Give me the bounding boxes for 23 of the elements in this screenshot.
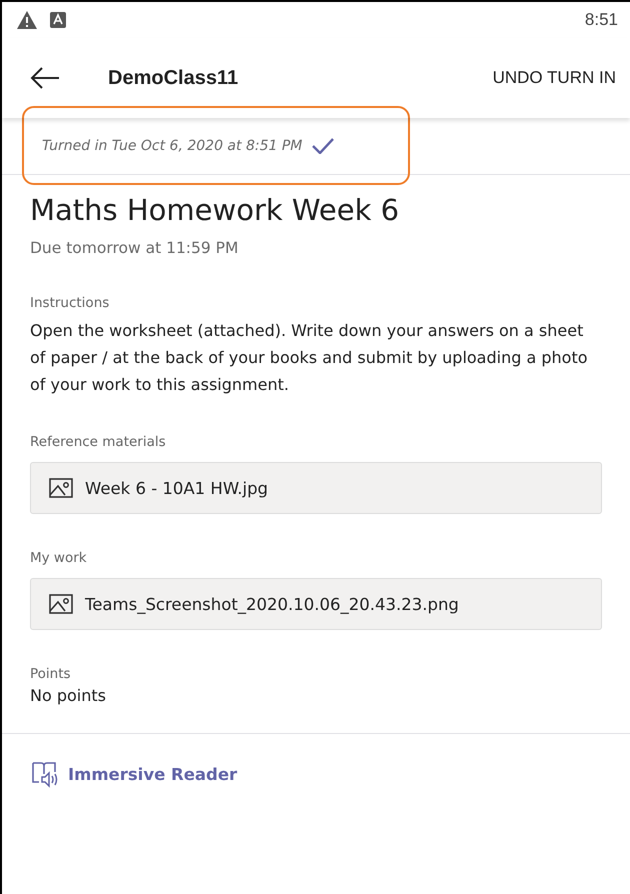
class-title: DemoClass11 (108, 66, 238, 90)
assignment-title: Maths Homework Week 6 (30, 193, 400, 227)
status-time: 8:51 (584, 10, 618, 30)
section-label: Reference materials (30, 434, 167, 450)
file-attachment[interactable]: Teams_Screenshot_2020.10.06_20.43.23.png (30, 578, 602, 630)
image-icon (49, 478, 73, 498)
file-attachment[interactable]: Week 6 - 10A1 HW.jpg (30, 462, 602, 514)
reader-icon (30, 760, 60, 788)
immersive-reader-button[interactable]: Immersive Reader (30, 760, 238, 788)
file-name: Teams_Screenshot_2020.10.06_20.43.23.png (85, 594, 459, 614)
undo-turn-in-button[interactable]: UNDO TURN IN (492, 64, 616, 92)
file-name: Week 6 - 10A1 HW.jpg (85, 478, 268, 498)
warning-icon (16, 10, 38, 30)
notification-icon (50, 12, 66, 28)
due-date: Due tomorrow at 11:59 PM (30, 239, 240, 257)
instructions-text: Open the worksheet (attached). Write down your answers on a sheet of paper / at the back of your books and submit by uploading a photo of your work to this assignment. (30, 320, 588, 396)
back-button[interactable] (30, 66, 60, 90)
section-label: Instructions (30, 295, 110, 311)
turned-in-status: Turned in Tue Oct 6, 2020 at 8:51 PM (42, 138, 302, 154)
section-label: Points (30, 666, 72, 682)
points-value: No points (30, 686, 107, 705)
image-icon (49, 594, 73, 614)
section-label: My work (30, 550, 88, 566)
